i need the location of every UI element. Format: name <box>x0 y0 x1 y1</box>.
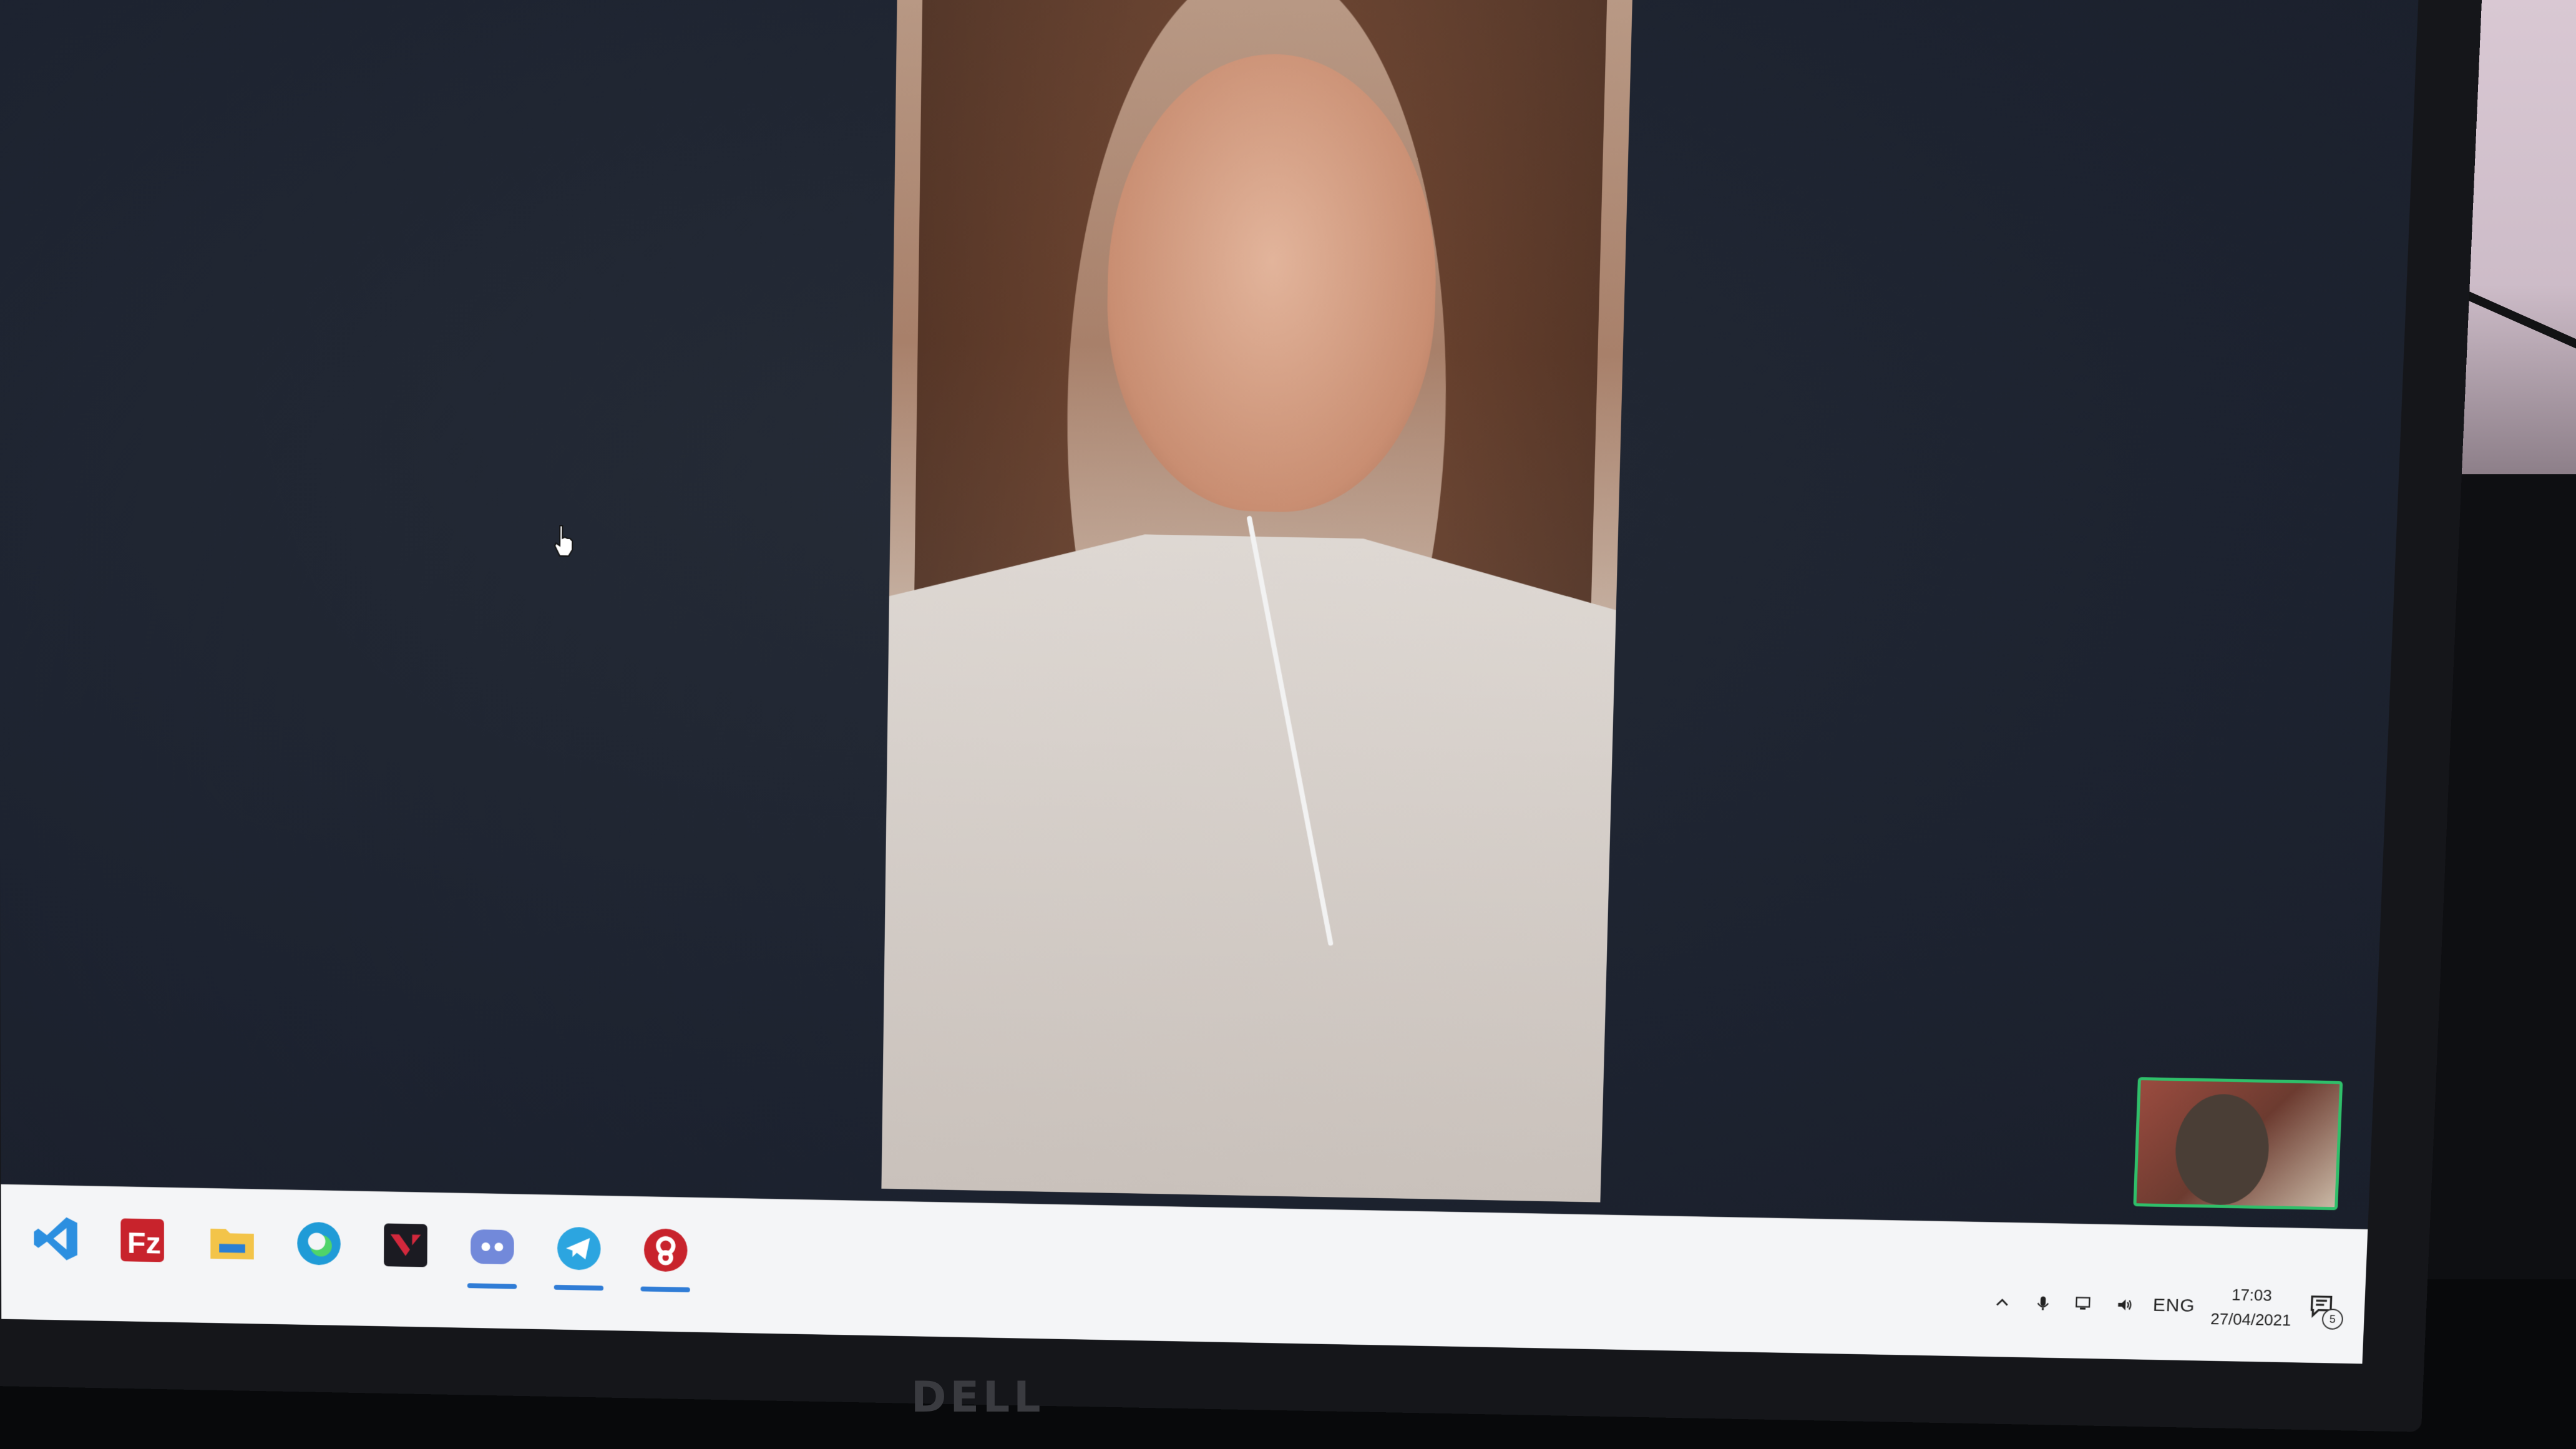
telegram-icon[interactable] <box>549 1219 609 1279</box>
filezilla-icon[interactable]: Fz <box>112 1210 172 1270</box>
app-icon[interactable] <box>636 1220 696 1280</box>
svg-text:Fz: Fz <box>127 1226 161 1261</box>
folder-icon[interactable] <box>202 1212 261 1272</box>
remote-video-shirt <box>881 530 1617 1203</box>
self-view-video[interactable] <box>2133 1077 2343 1210</box>
discord-icon[interactable] <box>462 1217 522 1277</box>
language-indicator[interactable]: ENG <box>2152 1295 2195 1317</box>
network-icon[interactable] <box>2071 1292 2097 1317</box>
notification-center-icon[interactable]: 5 <box>2307 1292 2341 1325</box>
notification-count: 5 <box>2321 1309 2343 1330</box>
chevron-up-icon[interactable] <box>1989 1290 2015 1315</box>
clock-date: 27/04/2021 <box>2210 1307 2291 1333</box>
vscode-icon[interactable] <box>26 1209 85 1269</box>
screen: Fz ENG 17:03 27/04/2021 5 <box>0 0 2418 1364</box>
system-tray: ENG 17:03 27/04/2021 5 <box>1989 1266 2341 1345</box>
svg-text:DELL: DELL <box>911 1373 1045 1422</box>
hand-cursor-icon <box>551 523 577 559</box>
valorant-icon[interactable] <box>376 1215 436 1275</box>
volume-icon[interactable] <box>2112 1292 2137 1317</box>
monitor-brand-logo: DELL <box>905 1373 1092 1423</box>
clock[interactable]: 17:03 27/04/2021 <box>2210 1282 2293 1332</box>
monitor: Fz ENG 17:03 27/04/2021 5 <box>0 0 2483 1432</box>
video-call-area <box>0 0 2418 1229</box>
edge-icon[interactable] <box>289 1214 349 1274</box>
microphone-icon[interactable] <box>2030 1291 2056 1316</box>
remote-participant-video[interactable] <box>881 0 1632 1203</box>
clock-time: 17:03 <box>2231 1282 2272 1307</box>
self-view-head <box>2174 1093 2271 1206</box>
